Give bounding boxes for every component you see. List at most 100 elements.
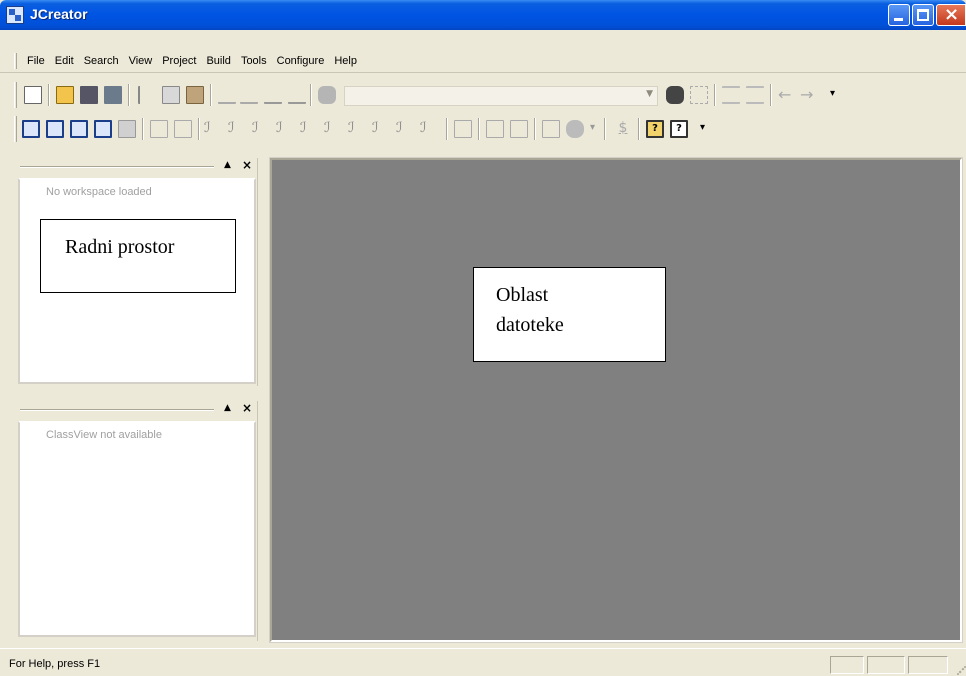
classview-toggle-icon[interactable] bbox=[46, 120, 64, 138]
toolbar-separator bbox=[638, 118, 640, 140]
jcreator-logo-icon[interactable] bbox=[6, 6, 24, 24]
new-file-icon[interactable] bbox=[24, 86, 42, 104]
toggle-bookmark-icon[interactable] bbox=[264, 86, 282, 104]
toolbar-grip[interactable] bbox=[14, 82, 17, 108]
toolbar-separator bbox=[48, 84, 50, 106]
tool-9-icon[interactable]: ℐ bbox=[396, 120, 414, 138]
forward-icon[interactable]: → bbox=[800, 86, 818, 104]
cascade-icon[interactable] bbox=[174, 120, 192, 138]
indent-icon[interactable] bbox=[722, 86, 740, 104]
pane-expand-icon[interactable]: ▲ bbox=[224, 160, 231, 170]
menu-bar: File Edit Search View Project Build Tool… bbox=[0, 49, 966, 73]
menu-build[interactable]: Build bbox=[201, 53, 235, 69]
copy-icon[interactable] bbox=[162, 86, 180, 104]
editor-annotation-line2: datoteke bbox=[496, 314, 564, 336]
debug-icon[interactable] bbox=[566, 120, 584, 138]
toolbar-overflow-icon[interactable]: ▾ bbox=[700, 122, 705, 133]
paste-icon[interactable] bbox=[186, 86, 204, 104]
run-icon[interactable] bbox=[510, 120, 528, 138]
toolbar-grip[interactable] bbox=[14, 116, 17, 142]
chevron-down-icon[interactable]: ▾ bbox=[590, 122, 595, 133]
status-pane-2 bbox=[867, 656, 905, 674]
outdent-icon[interactable] bbox=[746, 86, 764, 104]
status-text: For Help, press F1 bbox=[9, 658, 101, 670]
tool-7-icon[interactable]: ℐ bbox=[348, 120, 366, 138]
find-in-files-icon[interactable] bbox=[666, 86, 684, 104]
toolbar-separator bbox=[604, 118, 606, 140]
undo-icon[interactable] bbox=[218, 86, 236, 104]
pane-close-icon[interactable]: × bbox=[242, 158, 252, 172]
tool-2-icon[interactable]: ℐ bbox=[228, 120, 246, 138]
tool-6-icon[interactable]: ℐ bbox=[324, 120, 342, 138]
toolbar-separator bbox=[142, 118, 144, 140]
editor-area[interactable] bbox=[269, 157, 963, 643]
replace-icon[interactable] bbox=[690, 86, 708, 104]
classview-status-text: ClassView not available bbox=[46, 429, 162, 441]
editor-annotation-line1: Oblast bbox=[496, 284, 549, 306]
menu-help[interactable]: Help bbox=[329, 53, 362, 69]
build-icon[interactable] bbox=[486, 120, 504, 138]
compile-icon[interactable] bbox=[454, 120, 472, 138]
toolbar-separator bbox=[714, 84, 716, 106]
menu-project[interactable]: Project bbox=[157, 53, 201, 69]
maximize-button[interactable] bbox=[912, 4, 934, 26]
menubar-grip[interactable] bbox=[14, 53, 17, 69]
pane-close-icon[interactable]: × bbox=[242, 401, 252, 415]
menu-view[interactable]: View bbox=[124, 53, 158, 69]
toolbar-separator bbox=[198, 118, 200, 140]
toolbar-overflow-icon[interactable]: ▾ bbox=[830, 88, 835, 99]
status-bar: For Help, press F1 bbox=[0, 648, 966, 676]
save-icon[interactable] bbox=[80, 86, 98, 104]
pane-splitter[interactable] bbox=[258, 158, 268, 642]
execute-icon[interactable] bbox=[542, 120, 560, 138]
back-icon[interactable]: ← bbox=[778, 86, 796, 104]
fullscreen-icon[interactable] bbox=[118, 120, 136, 138]
tool-4-icon[interactable]: ℐ bbox=[276, 120, 294, 138]
help-icon[interactable]: ? bbox=[646, 120, 664, 138]
tool-8-icon[interactable]: ℐ bbox=[372, 120, 390, 138]
tile-icon[interactable] bbox=[150, 120, 168, 138]
minimize-icon bbox=[894, 18, 903, 21]
tool-10-icon[interactable]: ℐ bbox=[420, 120, 438, 138]
cut-icon[interactable] bbox=[138, 86, 150, 104]
search-combo[interactable]: ▼ bbox=[344, 86, 658, 106]
redo-icon[interactable] bbox=[240, 86, 258, 104]
classview-pane-header[interactable]: ▲ × bbox=[8, 401, 258, 419]
workspace-toggle-icon[interactable] bbox=[22, 120, 40, 138]
menu-search[interactable]: Search bbox=[79, 53, 124, 69]
editor-annotation: Oblast datoteke bbox=[473, 267, 666, 362]
maximize-icon bbox=[917, 9, 929, 21]
workspace-status-text: No workspace loaded bbox=[46, 186, 152, 198]
output-toggle-icon[interactable] bbox=[94, 120, 112, 138]
status-pane-1 bbox=[830, 656, 864, 674]
status-pane-3 bbox=[908, 656, 948, 674]
toolbar-separator bbox=[478, 118, 480, 140]
save-all-icon[interactable] bbox=[104, 86, 122, 104]
menu-file[interactable]: File bbox=[22, 53, 50, 69]
open-folder-icon[interactable] bbox=[56, 86, 74, 104]
fileview-toggle-icon[interactable] bbox=[70, 120, 88, 138]
classview-tree[interactable]: ClassView not available bbox=[18, 421, 256, 637]
minimize-button[interactable] bbox=[888, 4, 910, 26]
menu-tools[interactable]: Tools bbox=[236, 53, 272, 69]
close-button[interactable]: × bbox=[936, 4, 966, 26]
pane-expand-icon[interactable]: ▲ bbox=[224, 403, 231, 413]
workspace-pane-header[interactable]: ▲ × bbox=[8, 158, 258, 176]
pane-grip bbox=[20, 409, 214, 411]
menu-edit[interactable]: Edit bbox=[50, 53, 79, 69]
context-help-icon[interactable]: ? bbox=[670, 120, 688, 138]
find-icon[interactable] bbox=[318, 86, 336, 104]
toolbar-separator bbox=[446, 118, 448, 140]
stop-icon[interactable]: $ bbox=[614, 120, 632, 138]
tool-5-icon[interactable]: ℐ bbox=[300, 120, 318, 138]
application-window: JCreator × File Edit Search View Project… bbox=[0, 0, 966, 676]
tool-1-icon[interactable]: ℐ bbox=[204, 120, 222, 138]
standard-toolbar: ▼ ← → ▾ bbox=[14, 78, 900, 112]
clear-bookmarks-icon[interactable] bbox=[288, 86, 306, 104]
chevron-down-icon[interactable]: ▼ bbox=[646, 89, 653, 99]
window-title: JCreator bbox=[30, 6, 88, 22]
tool-3-icon[interactable]: ℐ bbox=[252, 120, 270, 138]
title-bar[interactable]: JCreator × bbox=[0, 0, 966, 30]
toolbar-separator bbox=[534, 118, 536, 140]
menu-configure[interactable]: Configure bbox=[272, 53, 330, 69]
